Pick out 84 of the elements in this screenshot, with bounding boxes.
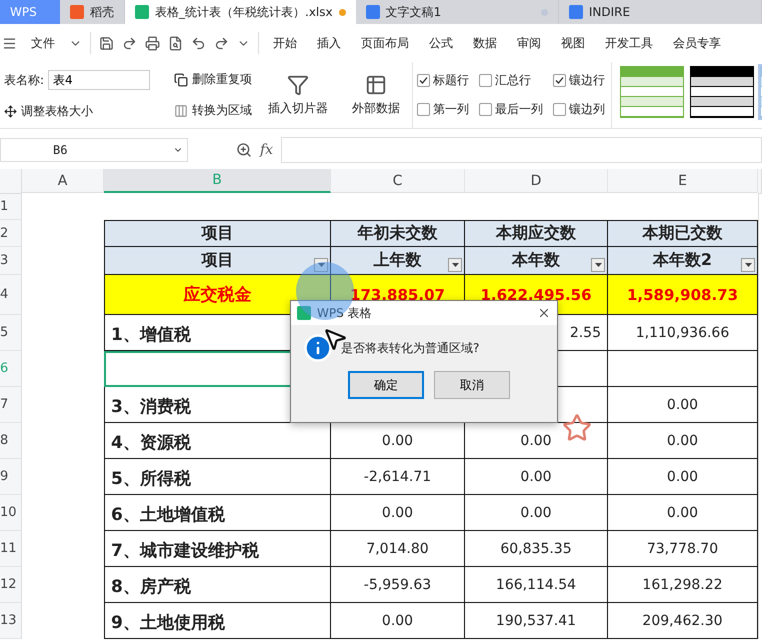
option-label: 汇总行 bbox=[495, 72, 532, 89]
external-data-button[interactable]: 外部数据 bbox=[348, 62, 404, 128]
convert-to-range-button[interactable]: 转换为区域 bbox=[174, 102, 252, 119]
table-cell: 本年数2 bbox=[608, 247, 758, 275]
table-cell: 9、土地使用税 bbox=[104, 603, 331, 639]
option-label: 标题行 bbox=[433, 72, 470, 89]
table-cell: 209,462.30 bbox=[608, 603, 758, 639]
table-cell: -5,959.63 bbox=[331, 567, 465, 603]
table-cell: 1,589,908.73 bbox=[608, 275, 758, 315]
option-label: 镶边行 bbox=[569, 72, 606, 89]
table-cell: 60,835.35 bbox=[465, 531, 608, 567]
table-cell: 0.00 bbox=[608, 495, 758, 531]
table-cell: 上年数 bbox=[331, 247, 465, 275]
column-header[interactable]: C bbox=[331, 169, 465, 193]
name-box[interactable]: B6 bbox=[0, 138, 188, 162]
table-cell: 0.00 bbox=[465, 495, 608, 531]
function-label[interactable]: fx bbox=[260, 142, 274, 158]
file-menu[interactable]: 文件 bbox=[25, 34, 61, 52]
tab-label: WPS bbox=[10, 5, 37, 19]
table-cell: 73,778.70 bbox=[608, 531, 758, 567]
table-cell: 项目 bbox=[104, 220, 331, 247]
tab-label: 文字文稿1 bbox=[386, 4, 442, 20]
table-cell: 0.00 bbox=[331, 495, 465, 531]
row-header[interactable]: 10 bbox=[0, 495, 22, 531]
row-header[interactable]: 9 bbox=[0, 459, 22, 495]
table-cell: 本期应交数 bbox=[465, 220, 608, 247]
table-cell: 8、房产税 bbox=[104, 567, 331, 603]
column-header[interactable]: D bbox=[465, 169, 608, 193]
tab-label: 稻壳 bbox=[90, 4, 114, 20]
table-cell: 161,298.22 bbox=[608, 567, 758, 603]
table-cell: -2,614.71 bbox=[331, 459, 465, 495]
row-header[interactable]: 3 bbox=[0, 247, 22, 275]
document-tab[interactable]: 文字文稿1 bbox=[356, 0, 559, 24]
table-cell: 0.00 bbox=[608, 423, 758, 459]
menu-tab[interactable]: 插入 bbox=[311, 34, 347, 52]
option-label: 最后一列 bbox=[495, 101, 544, 118]
row-header[interactable]: 4 bbox=[0, 275, 22, 315]
dialog-button[interactable]: 确定 bbox=[348, 371, 424, 399]
insert-slicer-button[interactable]: 插入切片器 bbox=[264, 62, 332, 128]
table-name-field[interactable]: 表4 bbox=[48, 70, 150, 90]
row-header[interactable]: 13 bbox=[0, 603, 22, 639]
dialog-button[interactable]: 取消 bbox=[434, 371, 510, 399]
row-header[interactable]: 5 bbox=[0, 315, 22, 351]
menu-tab[interactable]: 开发工具 bbox=[599, 34, 659, 52]
option-label: 镶边列 bbox=[569, 101, 606, 118]
menu-tab[interactable]: 页面布局 bbox=[355, 34, 415, 52]
table-cell: 6、土地增值税 bbox=[104, 495, 331, 531]
row-header[interactable]: 8 bbox=[0, 423, 22, 459]
resize-table-button[interactable]: 调整表格大小 bbox=[4, 102, 93, 120]
option-label: 第一列 bbox=[433, 101, 470, 118]
tab-label: 表格_统计表（年税统计表）.xlsx bbox=[155, 4, 333, 20]
menu-tab[interactable]: 视图 bbox=[555, 34, 591, 52]
row-header[interactable]: 11 bbox=[0, 531, 22, 567]
column-header[interactable]: E bbox=[608, 169, 758, 193]
table-cell: 166,114.54 bbox=[465, 567, 608, 603]
table-cell: 1,110,936.66 bbox=[608, 315, 758, 351]
row-header[interactable]: 7 bbox=[0, 387, 22, 423]
row-header[interactable]: 2 bbox=[0, 220, 22, 247]
menu-tab[interactable]: 审阅 bbox=[511, 34, 547, 52]
row-header[interactable]: 1 bbox=[0, 194, 22, 220]
column-header[interactable]: A bbox=[22, 169, 104, 193]
document-tab[interactable]: 表格_统计表（年税统计表）.xlsx bbox=[125, 0, 356, 24]
table-cell: 本期已交数 bbox=[608, 220, 758, 247]
menu-tab[interactable]: 数据 bbox=[467, 34, 503, 52]
tab-label: INDIRE bbox=[588, 5, 630, 19]
table-cell: 5、所得税 bbox=[104, 459, 331, 495]
table-name-label: 表名称: bbox=[4, 72, 44, 89]
menu-tab[interactable]: 开始 bbox=[267, 34, 303, 52]
table-cell: 项目 bbox=[104, 247, 331, 275]
document-tab[interactable]: 稻壳 bbox=[60, 0, 125, 24]
remove-duplicates-button[interactable]: 删除重复项 bbox=[174, 71, 252, 88]
table-cell: 0.00 bbox=[465, 459, 608, 495]
table-cell: 0.00 bbox=[608, 459, 758, 495]
menu-tab[interactable]: 公式 bbox=[423, 34, 459, 52]
table-cell: 0.00 bbox=[608, 387, 758, 423]
table-cell: 7、城市建设维护税 bbox=[104, 531, 331, 567]
document-tab[interactable]: INDIRE bbox=[558, 0, 762, 24]
menu-tab[interactable]: 会员专享 bbox=[667, 34, 727, 52]
table-cell: 0.00 bbox=[331, 603, 465, 639]
row-header[interactable]: 12 bbox=[0, 567, 22, 603]
table-cell: 190,537.41 bbox=[465, 603, 608, 639]
table-cell: 本年数 bbox=[465, 247, 608, 275]
table-cell: 年初未交数 bbox=[331, 220, 465, 247]
table-cell: 7,014.80 bbox=[331, 531, 465, 567]
